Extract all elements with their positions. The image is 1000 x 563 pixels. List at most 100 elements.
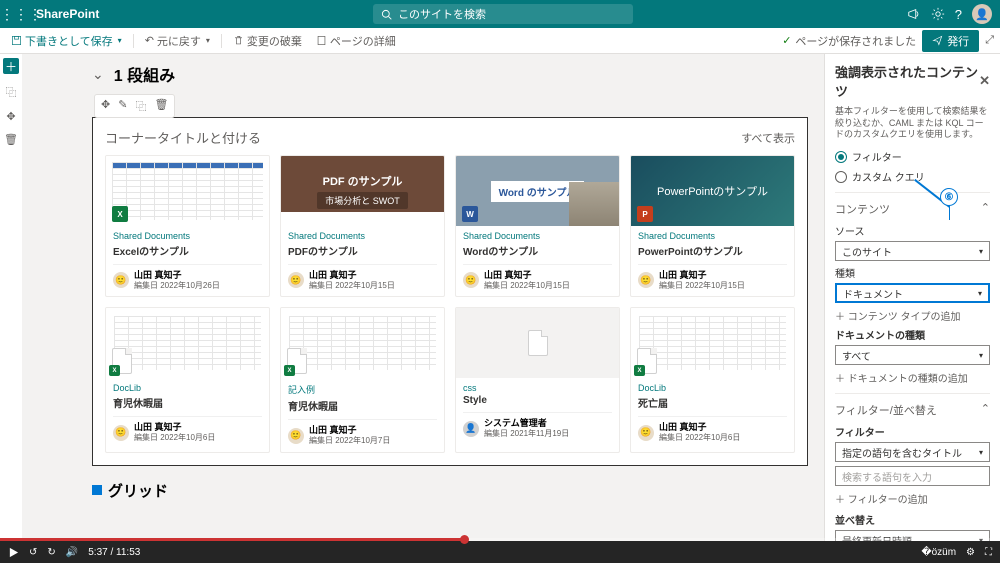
chevron-down-icon: ▾ xyxy=(979,247,983,256)
blue-square-icon xyxy=(92,485,102,495)
undo-button[interactable]: ↶ 元に戻す ▾ xyxy=(140,31,215,51)
section-title: 1 段組み xyxy=(114,62,175,86)
discard-button[interactable]: 変更の破棄 xyxy=(228,31,307,51)
card-library: Shared Documents xyxy=(288,231,437,241)
edit-date: 編集日 2022年10月7日 xyxy=(309,436,390,446)
content-card[interactable]: PDF のサンプル市場分析と SWOT Shared Documents PDF… xyxy=(280,155,445,297)
property-pane: 強調表示されたコンテンツ ✕ 基本フィルターを使用して検索結果を絞り込むか、CA… xyxy=(824,54,1000,541)
filter-text-input[interactable]: 検索する語句を入力 xyxy=(835,466,990,486)
card-title: Excelのサンプル xyxy=(113,243,262,258)
card-library: Shared Documents xyxy=(113,231,262,241)
card-title: Wordのサンプル xyxy=(463,243,612,258)
edit-webpart-icon[interactable]: ✎ xyxy=(118,98,127,114)
save-draft-button[interactable]: 下書きとして保存 ▾ xyxy=(6,31,127,51)
word-icon: W xyxy=(462,206,478,222)
add-doctype[interactable]: ＋ ドキュメントの種類の追加 xyxy=(835,370,990,385)
grid-section-heading: グリッド xyxy=(92,480,808,501)
app-launcher[interactable]: ⋮⋮⋮ xyxy=(0,6,28,23)
duplicate-webpart-icon[interactable]: ⿻ xyxy=(135,98,146,114)
author-avatar: 🙂 xyxy=(288,272,304,288)
content-card[interactable]: css Style 👤 システム管理者 編集日 2021年11月19日 xyxy=(455,307,620,452)
search-input[interactable]: このサイトを検索 xyxy=(373,4,633,24)
add-content-type[interactable]: ＋ コンテンツ タイプの追加 xyxy=(835,308,990,323)
author-avatar: 👤 xyxy=(463,421,479,437)
author-avatar: 🙂 xyxy=(638,272,654,288)
content-card[interactable]: X DocLib 死亡届 🙂 山田 真知子 編集日 2022年10月6日 xyxy=(630,307,795,452)
filter-dropdown[interactable]: 指定の語句を含むタイトル▾ xyxy=(835,442,990,462)
chevron-up-icon: ⌃ xyxy=(981,201,990,217)
delete-webpart-icon[interactable]: 🗑 xyxy=(154,98,168,114)
radio-filter[interactable]: フィルター xyxy=(835,149,990,164)
undo-icon: ↶ xyxy=(145,34,154,47)
content-card[interactable]: X 記入例 育児休暇届 🙂 山田 真知子 編集日 2022年10月7日 xyxy=(280,307,445,452)
fullscreen-icon[interactable]: ⛶ xyxy=(985,547,992,558)
edit-date: 編集日 2022年10月6日 xyxy=(659,433,740,443)
card-library: Shared Documents xyxy=(463,231,612,241)
move-webpart-icon[interactable]: ✥ xyxy=(101,98,110,114)
content-card[interactable]: PowerPointのサンプルP Shared Documents PowerP… xyxy=(630,155,795,297)
chevron-down-icon: ▾ xyxy=(979,351,983,360)
powerpoint-icon: P xyxy=(637,206,653,222)
video-progress[interactable] xyxy=(0,538,1000,541)
content-card[interactable]: Word のサンプルW Shared Documents Wordのサンプル 🙂… xyxy=(455,155,620,297)
rewind-button[interactable]: ↺ xyxy=(29,547,37,558)
webpart-title-input[interactable]: コーナータイトルと付ける xyxy=(105,128,261,147)
copy-icon[interactable]: ⿻ xyxy=(6,84,17,100)
edit-date: 編集日 2022年10月6日 xyxy=(134,433,215,443)
quality-icon[interactable]: �özüm xyxy=(921,547,956,558)
add-section-button[interactable]: ＋ xyxy=(3,58,19,74)
expand-icon[interactable]: ⤢ xyxy=(985,34,994,47)
save-icon xyxy=(11,35,22,46)
author-avatar: 🙂 xyxy=(288,428,304,444)
panel-description: 基本フィルターを使用して検索結果を絞り込むか、CAML または KQL コードの… xyxy=(835,106,990,141)
publish-button[interactable]: 発行 xyxy=(922,30,979,52)
file-icon xyxy=(528,330,548,356)
video-controls: ↺ ↻ 🔊 5:37 / 11:53 �özüm ⚙ ⛶ xyxy=(0,541,1000,563)
volume-button[interactable]: 🔊 xyxy=(66,547,78,558)
trash-icon xyxy=(233,35,244,46)
author-name: 山田 真知子 xyxy=(659,422,740,433)
panel-title: 強調表示されたコンテンツ xyxy=(835,62,979,100)
close-panel-icon[interactable]: ✕ xyxy=(979,73,990,89)
radio-custom-query[interactable]: カスタム クエリ xyxy=(835,169,990,184)
section-content[interactable]: コンテンツ⌃ xyxy=(835,201,990,217)
card-library: Shared Documents xyxy=(638,231,787,241)
play-button[interactable] xyxy=(8,547,19,558)
settings-icon[interactable] xyxy=(931,7,945,21)
author-avatar: 🙂 xyxy=(638,425,654,441)
edit-date: 編集日 2022年10月15日 xyxy=(484,281,570,291)
card-title: 育児休暇届 xyxy=(288,398,437,413)
author-name: 山田 真知子 xyxy=(134,270,220,281)
callout-badge-6: ⑥ xyxy=(940,188,958,206)
see-all-link[interactable]: すべて表示 xyxy=(741,130,795,146)
user-avatar[interactable]: 👤 xyxy=(972,4,992,24)
card-library: DocLib xyxy=(638,383,787,393)
settings-video-icon[interactable]: ⚙ xyxy=(966,547,975,558)
highlighted-content-webpart[interactable]: コーナータイトルと付ける すべて表示 X Shared Documents Ex… xyxy=(92,117,808,466)
collapse-section-icon[interactable]: ⌄ xyxy=(92,66,104,83)
card-title: 死亡届 xyxy=(638,395,787,410)
author-name: 山田 真知子 xyxy=(659,270,745,281)
section-filter-sort[interactable]: フィルター/並べ替え⌃ xyxy=(835,402,990,418)
edit-date: 編集日 2021年11月19日 xyxy=(484,429,569,439)
author-name: 山田 真知子 xyxy=(309,270,395,281)
left-toolbox: ＋ ⿻ ✥ 🗑 xyxy=(0,54,22,541)
add-filter[interactable]: ＋ フィルターの追加 xyxy=(835,491,990,506)
source-dropdown[interactable]: このサイト▾ xyxy=(835,241,990,261)
page-icon xyxy=(316,35,327,46)
chevron-up-icon: ⌃ xyxy=(981,402,990,418)
content-card[interactable]: X Shared Documents Excelのサンプル 🙂 山田 真知子 編… xyxy=(105,155,270,297)
saved-status: ✓ ページが保存されました xyxy=(782,33,916,49)
move-icon[interactable]: ✥ xyxy=(6,110,15,123)
type-dropdown[interactable]: ドキュメント▾ xyxy=(835,283,990,303)
card-library: DocLib xyxy=(113,383,262,393)
delete-icon[interactable]: 🗑 xyxy=(4,133,18,146)
help-icon[interactable]: ? xyxy=(955,7,962,22)
content-card[interactable]: X DocLib 育児休暇届 🙂 山田 真知子 編集日 2022年10月6日 xyxy=(105,307,270,452)
forward-button[interactable]: ↻ xyxy=(47,547,55,558)
edit-date: 編集日 2022年10月26日 xyxy=(134,281,220,291)
chevron-down-icon: ▾ xyxy=(978,289,982,298)
page-details-button[interactable]: ページの詳細 xyxy=(311,31,401,51)
megaphone-icon[interactable] xyxy=(907,7,921,21)
doctype-dropdown[interactable]: すべて▾ xyxy=(835,345,990,365)
